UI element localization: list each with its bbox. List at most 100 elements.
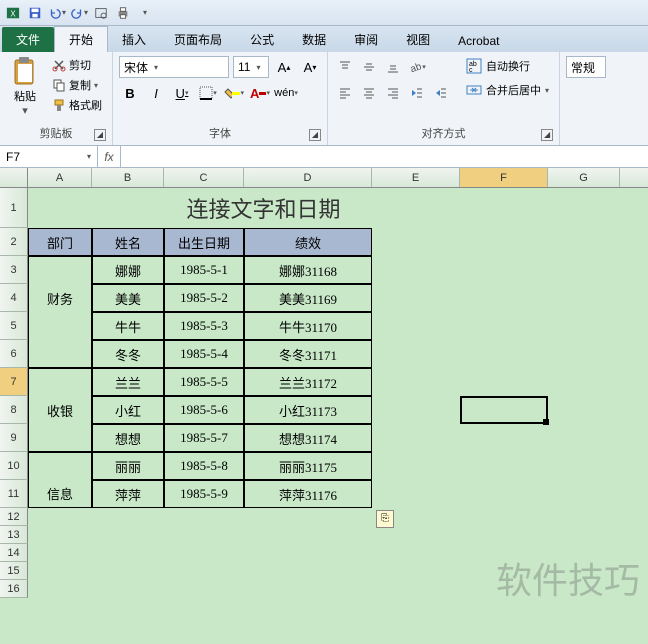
col-header-E[interactable]: E	[372, 168, 460, 187]
tab-file[interactable]: 文件	[2, 27, 54, 52]
tab-review[interactable]: 审阅	[340, 27, 392, 52]
table-cell[interactable]: 美美	[92, 284, 164, 312]
tab-acrobat[interactable]: Acrobat	[444, 30, 513, 52]
row-header-10[interactable]: 10	[0, 452, 28, 480]
cell-dept-3-label[interactable]: 信息	[28, 480, 92, 508]
select-all-button[interactable]	[0, 168, 28, 187]
wrap-text-button[interactable]: abc自动换行	[462, 56, 553, 76]
table-cell[interactable]: 冬冬	[92, 340, 164, 368]
redo-icon[interactable]: ▾	[70, 4, 88, 22]
grow-font-button[interactable]: A▴	[273, 56, 295, 78]
cell-dept-2-label[interactable]: 收银	[28, 396, 92, 424]
tab-formula[interactable]: 公式	[236, 27, 288, 52]
tab-layout[interactable]: 页面布局	[160, 27, 236, 52]
align-launcher[interactable]: ◢	[541, 129, 553, 141]
font-launcher[interactable]: ◢	[309, 129, 321, 141]
fx-button[interactable]: fx	[98, 150, 120, 164]
row-header-13[interactable]: 13	[0, 526, 28, 544]
font-size-select[interactable]: 11▾	[233, 56, 269, 78]
row-header-12[interactable]: 12	[0, 508, 28, 526]
cell-header-name[interactable]: 姓名	[92, 228, 164, 256]
col-header-G[interactable]: G	[548, 168, 620, 187]
table-cell[interactable]: 萍萍	[92, 480, 164, 508]
align-left-button[interactable]	[334, 82, 356, 104]
table-cell[interactable]: 想想31174	[244, 424, 372, 452]
qat-more-icon[interactable]: ▾	[136, 4, 154, 22]
print-preview-icon[interactable]	[92, 4, 110, 22]
table-cell[interactable]: 1985-5-8	[164, 452, 244, 480]
col-header-B[interactable]: B	[92, 168, 164, 187]
row-header-16[interactable]: 16	[0, 580, 28, 598]
row-header-5[interactable]: 5	[0, 312, 28, 340]
cell-F7[interactable]	[460, 368, 548, 396]
table-cell[interactable]: 冬冬31171	[244, 340, 372, 368]
row-header-9[interactable]: 9	[0, 424, 28, 452]
print-icon[interactable]	[114, 4, 132, 22]
table-cell[interactable]: 1985-5-6	[164, 396, 244, 424]
table-cell[interactable]: 小红31173	[244, 396, 372, 424]
cell-header-perf[interactable]: 绩效	[244, 228, 372, 256]
cells-area[interactable]: 连接文字和日期 部门 姓名 出生日期 绩效 娜娜 1985-5-1 娜娜3116…	[28, 188, 648, 598]
table-cell[interactable]: 兰兰	[92, 368, 164, 396]
name-box[interactable]: F7▾	[0, 146, 98, 167]
row-header-1[interactable]: 1	[0, 188, 28, 228]
cell-E1[interactable]	[436, 188, 524, 228]
font-name-select[interactable]: 宋体▾	[119, 56, 229, 78]
row-header-8[interactable]: 8	[0, 396, 28, 424]
save-icon[interactable]	[26, 4, 44, 22]
table-cell[interactable]: 丽丽31175	[244, 452, 372, 480]
fill-color-button[interactable]: ▾	[223, 82, 245, 104]
row-header-15[interactable]: 15	[0, 562, 28, 580]
table-cell[interactable]: 1985-5-5	[164, 368, 244, 396]
number-format-select[interactable]: 常规	[566, 56, 606, 78]
table-cell[interactable]: 1985-5-3	[164, 312, 244, 340]
clipboard-launcher[interactable]: ◢	[94, 129, 106, 141]
align-top-button[interactable]	[334, 56, 356, 78]
align-middle-button[interactable]	[358, 56, 380, 78]
tab-insert[interactable]: 插入	[108, 27, 160, 52]
table-cell[interactable]: 1985-5-7	[164, 424, 244, 452]
cell-title[interactable]: 连接文字和日期	[92, 188, 436, 228]
cell-header-dob[interactable]: 出生日期	[164, 228, 244, 256]
indent-decrease-button[interactable]	[406, 82, 428, 104]
col-header-A[interactable]: A	[28, 168, 92, 187]
row-header-7[interactable]: 7	[0, 368, 28, 396]
table-cell[interactable]: 1985-5-4	[164, 340, 244, 368]
copy-button[interactable]: 复制▾	[48, 76, 106, 94]
row-header-14[interactable]: 14	[0, 544, 28, 562]
phonetic-button[interactable]: wén▾	[275, 82, 297, 104]
align-center-button[interactable]	[358, 82, 380, 104]
cut-button[interactable]: 剪切	[48, 56, 106, 74]
cell-A1[interactable]	[28, 188, 92, 228]
orientation-button[interactable]: ab▾	[406, 56, 428, 78]
merge-center-button[interactable]: 合并后居中▾	[462, 80, 553, 100]
format-painter-button[interactable]: 格式刷	[48, 96, 106, 114]
table-cell[interactable]: 小红	[92, 396, 164, 424]
tab-home[interactable]: 开始	[54, 26, 108, 52]
col-header-F[interactable]: F	[460, 168, 548, 187]
italic-button[interactable]: I	[145, 82, 167, 104]
paste-button[interactable]: 粘贴 ▾	[6, 56, 44, 123]
table-cell[interactable]: 1985-5-2	[164, 284, 244, 312]
col-header-C[interactable]: C	[164, 168, 244, 187]
formula-input[interactable]	[121, 146, 648, 167]
row-header-11[interactable]: 11	[0, 480, 28, 508]
cell-F1[interactable]	[524, 188, 612, 228]
undo-icon[interactable]: ▾	[48, 4, 66, 22]
table-cell[interactable]: 萍萍31176	[244, 480, 372, 508]
table-cell[interactable]: 牛牛31170	[244, 312, 372, 340]
align-right-button[interactable]	[382, 82, 404, 104]
row-header-3[interactable]: 3	[0, 256, 28, 284]
row-header-2[interactable]: 2	[0, 228, 28, 256]
cell-dept-1-label[interactable]: 财务	[28, 284, 92, 312]
align-bottom-button[interactable]	[382, 56, 404, 78]
table-cell[interactable]: 1985-5-9	[164, 480, 244, 508]
row-header-4[interactable]: 4	[0, 284, 28, 312]
table-cell[interactable]: 娜娜31168	[244, 256, 372, 284]
table-cell[interactable]: 想想	[92, 424, 164, 452]
indent-increase-button[interactable]	[430, 82, 452, 104]
tab-data[interactable]: 数据	[288, 27, 340, 52]
table-cell[interactable]: 兰兰31172	[244, 368, 372, 396]
table-cell[interactable]: 牛牛	[92, 312, 164, 340]
tab-view[interactable]: 视图	[392, 27, 444, 52]
